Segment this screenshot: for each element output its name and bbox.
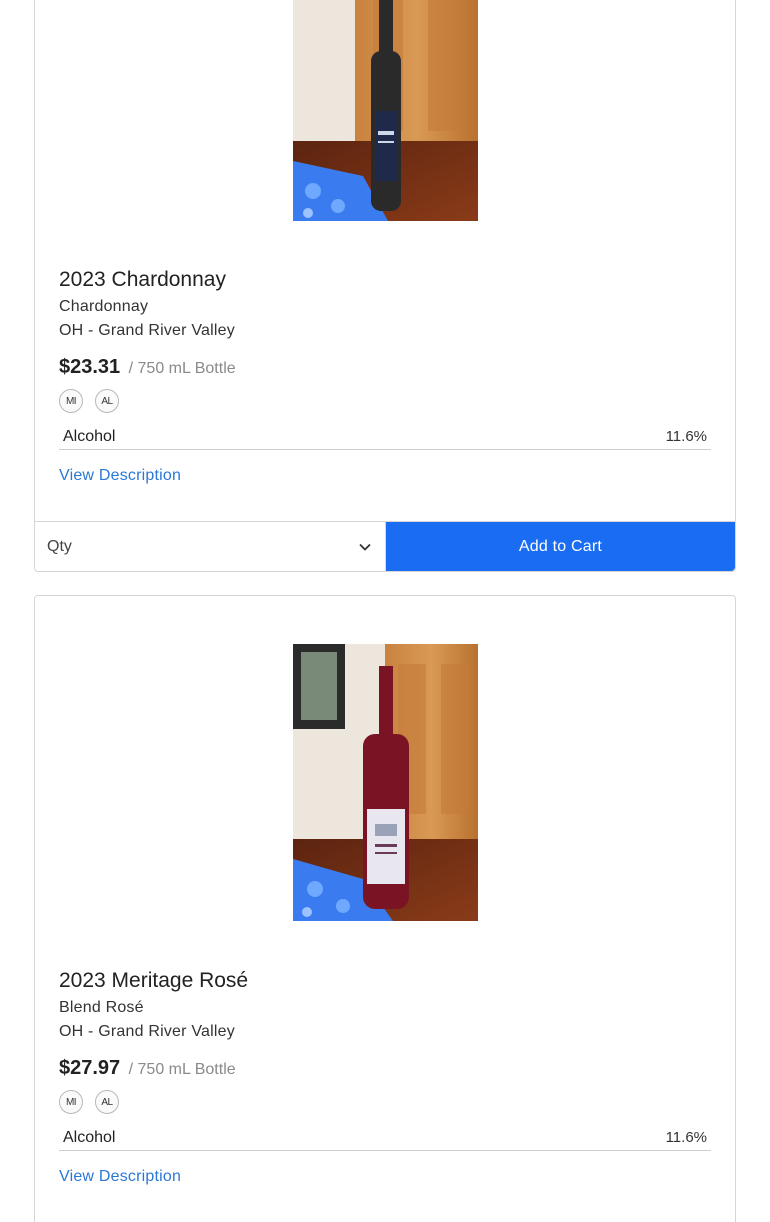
- product-unit: / 750 mL Bottle: [128, 1061, 236, 1078]
- spec-value: 11.6%: [665, 1129, 707, 1146]
- product-image[interactable]: [293, 644, 478, 921]
- spec-label: Alcohol: [63, 427, 116, 445]
- product-price: $23.31: [59, 356, 121, 378]
- add-to-cart-button[interactable]: Add to Cart: [386, 522, 735, 571]
- chevron-down-icon: [359, 543, 371, 551]
- quantity-placeholder: Qty: [47, 537, 72, 555]
- product-region: OH - Grand River Valley: [59, 322, 235, 339]
- state-badge-al: AL: [95, 389, 119, 413]
- product-name[interactable]: 2023 Chardonnay: [59, 267, 711, 293]
- quantity-select[interactable]: Qty: [35, 522, 386, 571]
- view-description-link[interactable]: View Description: [59, 467, 181, 485]
- spec-row-alcohol: Alcohol 11.6%: [59, 424, 711, 450]
- price-row: $27.97 / 750 mL Bottle: [59, 1054, 711, 1082]
- spec-row-alcohol: Alcohol 11.6%: [59, 1125, 711, 1151]
- state-badge-mi: MI: [59, 389, 83, 413]
- product-card: 2023 Chardonnay Chardonnay OH - Grand Ri…: [34, 0, 736, 572]
- product-image[interactable]: [293, 0, 478, 221]
- shipping-badges: MI AL: [59, 1090, 711, 1114]
- spec-value: 11.6%: [665, 428, 707, 445]
- state-badge-mi: MI: [59, 1090, 83, 1114]
- product-name[interactable]: 2023 Meritage Rosé: [59, 968, 711, 994]
- price-row: $23.31 / 750 mL Bottle: [59, 353, 711, 381]
- product-varietal: Blend Rosé: [59, 999, 144, 1016]
- product-unit: / 750 mL Bottle: [128, 360, 236, 377]
- wine-bottle-photo: [293, 0, 478, 221]
- product-region: OH - Grand River Valley: [59, 1023, 235, 1040]
- wine-bottle-photo: [293, 644, 478, 921]
- shipping-badges: MI AL: [59, 389, 711, 413]
- spec-label: Alcohol: [63, 1128, 116, 1146]
- product-price: $27.97: [59, 1057, 121, 1079]
- view-description-link[interactable]: View Description: [59, 1168, 181, 1186]
- product-card: 2023 Meritage Rosé Blend Rosé OH - Grand…: [34, 595, 736, 1222]
- product-info: 2023 Meritage Rosé Blend Rosé OH - Grand…: [59, 968, 711, 1186]
- cart-row: Qty Add to Cart: [35, 521, 735, 571]
- product-info: 2023 Chardonnay Chardonnay OH - Grand Ri…: [59, 267, 711, 485]
- product-varietal: Chardonnay: [59, 298, 149, 315]
- state-badge-al: AL: [95, 1090, 119, 1114]
